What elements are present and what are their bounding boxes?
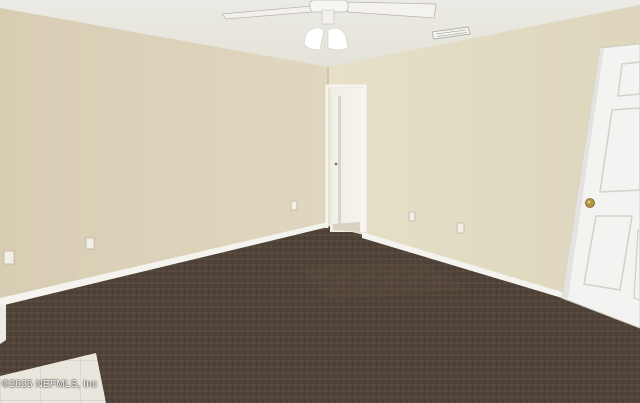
outlet-left-3: [290, 200, 298, 211]
room-photo: ©2025 NEFMLS, Inc: [0, 0, 640, 403]
copyright-watermark: ©2025 NEFMLS, Inc: [2, 379, 98, 390]
hall-door-knob: [334, 162, 338, 166]
outlet-right-1: [408, 211, 416, 222]
outlet-left-1: [3, 250, 15, 265]
outlet-left-2: [85, 237, 95, 250]
fan-light-stem: [321, 9, 335, 25]
outlet-right-2: [456, 222, 465, 234]
left-baseboard-side: [0, 304, 6, 344]
hall-door-edge: [338, 96, 341, 224]
room-illustration: [0, 0, 640, 403]
